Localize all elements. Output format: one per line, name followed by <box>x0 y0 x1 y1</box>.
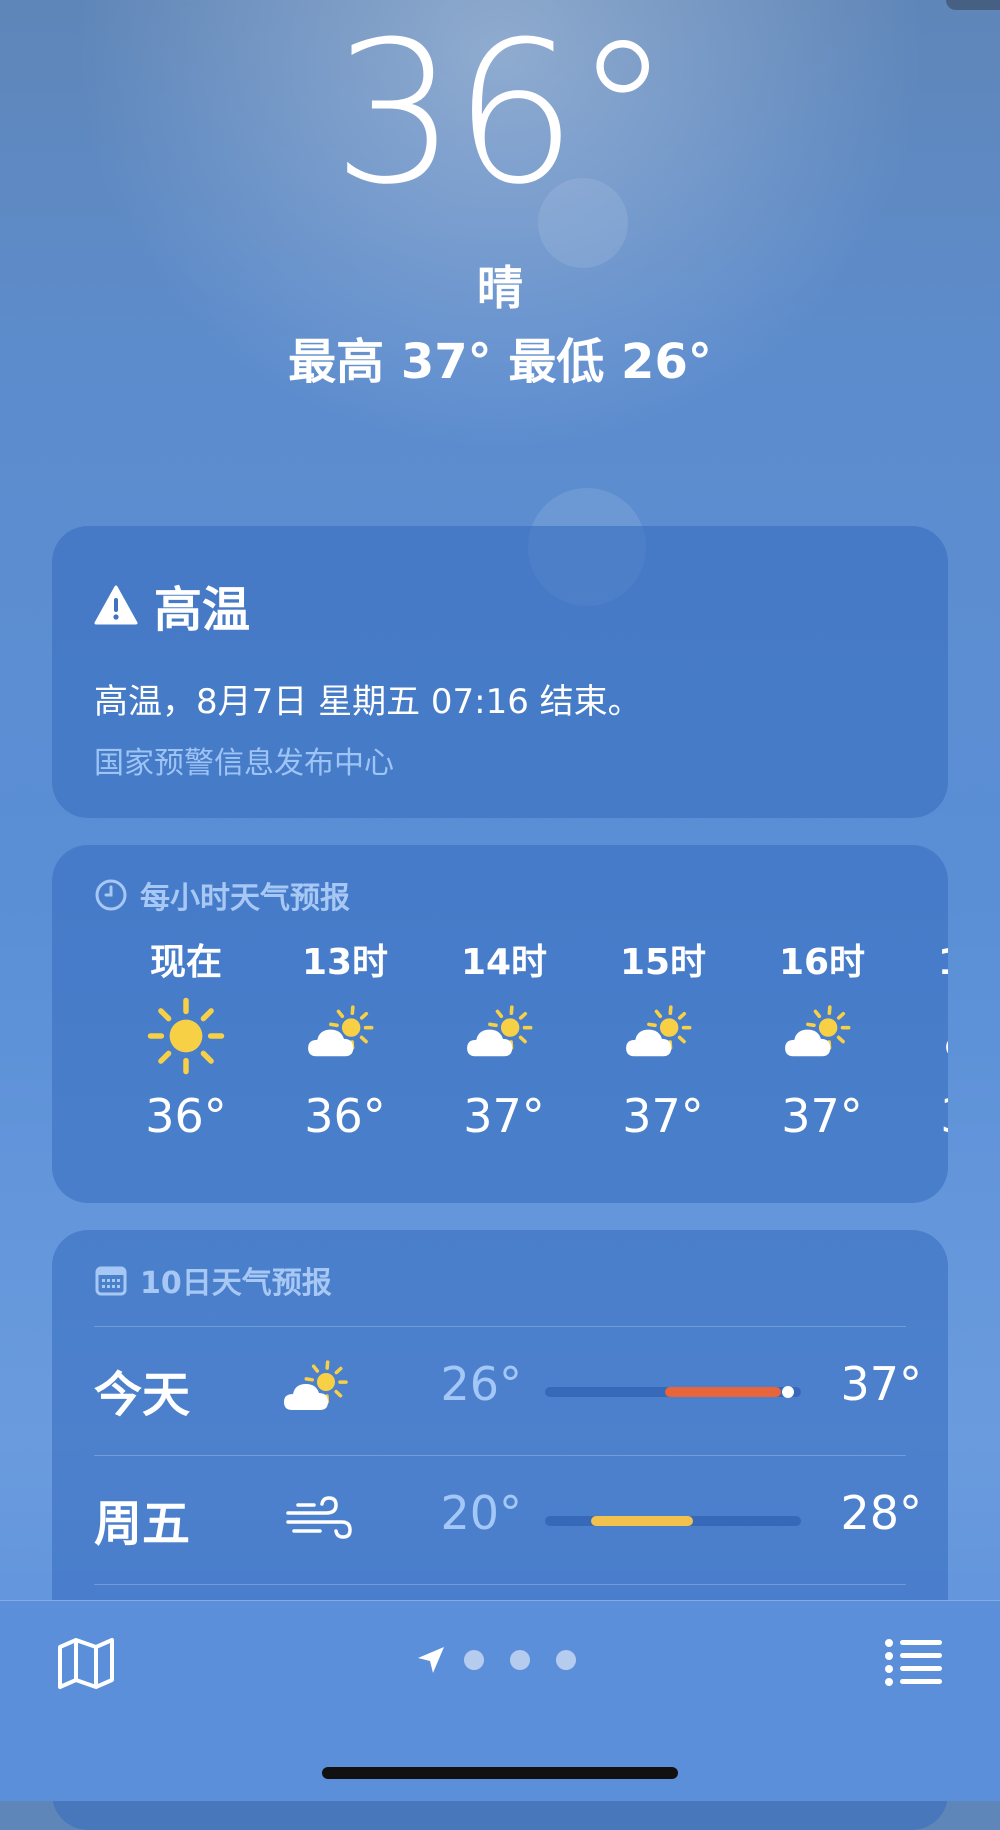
partly-cloudy-icon <box>280 1355 360 1425</box>
hourly-item: 15时 37° <box>593 935 733 1151</box>
page-indicator[interactable] <box>416 1645 602 1675</box>
alert-description: 高温，8月7日 星期五 07:16 结束。 <box>94 678 642 726</box>
temperature-range-bar <box>545 1387 801 1397</box>
day-name: 周五 <box>94 1484 190 1554</box>
hourly-forecast-title: 每小时天气预报 <box>140 873 350 917</box>
page-dot[interactable] <box>510 1650 530 1670</box>
hour-label: 现在 <box>116 935 256 991</box>
hour-label: 14时 <box>434 935 574 991</box>
hour-temperature: 37° <box>593 1081 733 1151</box>
hourly-item: 现在 36° <box>116 935 256 1151</box>
location-arrow-icon[interactable] <box>416 1645 446 1675</box>
clock-icon <box>94 878 128 912</box>
current-condition: 晴 <box>0 258 1000 318</box>
hour-temperature: 36° <box>275 1081 415 1151</box>
hour-temperature: 37° <box>434 1081 574 1151</box>
low-temperature: 20° <box>392 1486 522 1540</box>
hourly-item: 14时 37° <box>434 935 574 1151</box>
map-icon[interactable] <box>56 1635 116 1691</box>
row-divider <box>94 1584 906 1585</box>
hour-temperature: 36° <box>116 1081 256 1151</box>
hourly-item: 17时 36° <box>911 935 948 1151</box>
hour-label: 17时 <box>911 935 948 991</box>
hour-label: 16时 <box>752 935 892 991</box>
high-low-temperature: 最高 37° 最低 26° <box>0 330 1000 394</box>
alert-title: 高温 <box>94 570 250 640</box>
low-temperature: 26° <box>392 1357 522 1411</box>
alert-source[interactable]: 国家预警信息发布中心 <box>94 738 394 782</box>
current-temperature: 36° <box>0 4 1000 224</box>
partly-cloudy-icon <box>434 991 574 1081</box>
partly-cloudy-icon <box>752 991 892 1081</box>
partly-cloudy-icon <box>275 991 415 1081</box>
hourly-scroll-strip[interactable]: 现在 36°13时 36°14时 37°15时 37°16时 37°17时 36… <box>52 935 948 1185</box>
weather-alert-card[interactable]: 高温 高温，8月7日 星期五 07:16 结束。 国家预警信息发布中心 <box>52 526 948 818</box>
partly-cloudy-icon <box>593 991 733 1081</box>
list-icon[interactable] <box>884 1637 944 1687</box>
ten-day-forecast-header: 10日天气预报 <box>94 1258 332 1302</box>
bottom-toolbar <box>0 1600 1000 1801</box>
temperature-range-bar <box>545 1516 801 1526</box>
daily-forecast-row[interactable]: 今天 26° 37° <box>52 1327 948 1455</box>
hour-temperature: 37° <box>752 1081 892 1151</box>
hour-temperature: 36° <box>911 1081 948 1151</box>
day-name: 今天 <box>94 1355 190 1425</box>
high-temperature: 28° <box>822 1486 922 1540</box>
hourly-item: 13时 36° <box>275 935 415 1151</box>
ten-day-forecast-title: 10日天气预报 <box>140 1258 332 1302</box>
alert-title-text: 高温 <box>154 570 250 640</box>
warning-triangle-icon <box>94 585 138 625</box>
hourly-item: 16时 37° <box>752 935 892 1151</box>
page-dot[interactable] <box>556 1650 576 1670</box>
hourly-forecast-header: 每小时天气预报 <box>94 873 350 917</box>
page-dot[interactable] <box>464 1650 484 1670</box>
sun-icon <box>116 991 256 1081</box>
hourly-forecast-card[interactable]: 每小时天气预报 现在 36°13时 36°14时 37°15时 37°16时 3… <box>52 845 948 1203</box>
high-temperature: 37° <box>822 1357 922 1411</box>
hour-label: 15时 <box>593 935 733 991</box>
hour-label: 13时 <box>275 935 415 991</box>
wind-icon <box>280 1484 360 1554</box>
home-indicator[interactable] <box>322 1767 678 1779</box>
calendar-icon <box>94 1263 128 1297</box>
cloud-icon <box>911 991 948 1081</box>
current-temp-marker <box>782 1386 794 1398</box>
temperature-range-fill <box>665 1387 780 1397</box>
daily-forecast-row[interactable]: 周五 20° 28° <box>52 1456 948 1584</box>
temperature-range-fill <box>591 1516 693 1526</box>
